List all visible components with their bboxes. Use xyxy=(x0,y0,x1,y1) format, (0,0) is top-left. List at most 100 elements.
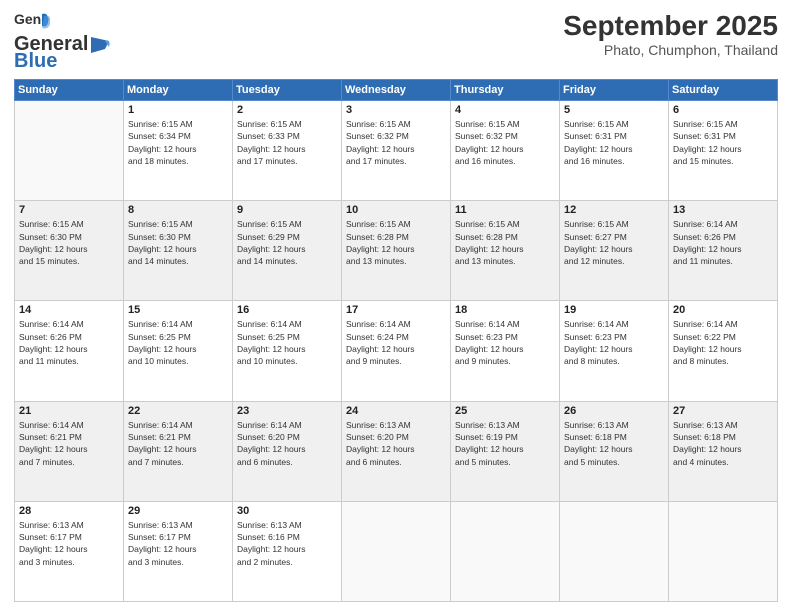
calendar-day-22: 22 Sunrise: 6:14 AMSunset: 6:21 PMDayligh… xyxy=(124,401,233,501)
day-info: Sunrise: 6:14 AMSunset: 6:26 PMDaylight:… xyxy=(19,318,119,367)
day-number: 9 xyxy=(237,204,337,216)
day-info: Sunrise: 6:14 AMSunset: 6:25 PMDaylight:… xyxy=(237,318,337,367)
logo-flag-icon xyxy=(89,37,111,53)
day-number: 24 xyxy=(346,405,446,417)
day-info: Sunrise: 6:15 AMSunset: 6:30 PMDaylight:… xyxy=(128,218,228,267)
day-number: 11 xyxy=(455,204,555,216)
day-info: Sunrise: 6:15 AMSunset: 6:32 PMDaylight:… xyxy=(455,118,555,167)
calendar-day-7: 7 Sunrise: 6:15 AMSunset: 6:30 PMDaylight… xyxy=(15,201,124,301)
header: General General Blue September 2025 Phat… xyxy=(14,10,778,73)
calendar-day-17: 17 Sunrise: 6:14 AMSunset: 6:24 PMDayligh… xyxy=(342,301,451,401)
subtitle: Phato, Chumphon, Thailand xyxy=(563,42,778,58)
calendar-week-row: 21 Sunrise: 6:14 AMSunset: 6:21 PMDayligh… xyxy=(15,401,778,501)
calendar-day-10: 10Sunrise: 6:15 AMSunset: 6:28 PMDayligh… xyxy=(342,201,451,301)
weekday-header-friday: Friday xyxy=(560,80,669,101)
calendar-day-14: 14 Sunrise: 6:14 AMSunset: 6:26 PMDayligh… xyxy=(15,301,124,401)
day-info: Sunrise: 6:15 AMSunset: 6:30 PMDaylight:… xyxy=(19,218,119,267)
day-info: Sunrise: 6:14 AMSunset: 6:24 PMDaylight:… xyxy=(346,318,446,367)
day-number: 5 xyxy=(564,104,664,116)
calendar-day-1: 1 Sunrise: 6:15 AMSunset: 6:34 PMDaylight… xyxy=(124,101,233,201)
calendar-day-23: 23 Sunrise: 6:14 AMSunset: 6:20 PMDayligh… xyxy=(233,401,342,501)
day-number: 20 xyxy=(673,304,773,316)
day-number: 25 xyxy=(455,405,555,417)
day-number: 4 xyxy=(455,104,555,116)
day-number: 14 xyxy=(19,304,119,316)
day-info: Sunrise: 6:15 AMSunset: 6:32 PMDaylight:… xyxy=(346,118,446,167)
calendar-day-empty xyxy=(15,101,124,201)
day-info: Sunrise: 6:15 AMSunset: 6:29 PMDaylight:… xyxy=(237,218,337,267)
day-info: Sunrise: 6:13 AMSunset: 6:17 PMDaylight:… xyxy=(128,519,228,568)
day-number: 30 xyxy=(237,505,337,517)
day-info: Sunrise: 6:15 AMSunset: 6:31 PMDaylight:… xyxy=(673,118,773,167)
day-info: Sunrise: 6:14 AMSunset: 6:23 PMDaylight:… xyxy=(564,318,664,367)
day-number: 17 xyxy=(346,304,446,316)
day-info: Sunrise: 6:13 AMSunset: 6:18 PMDaylight:… xyxy=(673,419,773,468)
day-number: 1 xyxy=(128,104,228,116)
calendar-day-9: 9 Sunrise: 6:15 AMSunset: 6:29 PMDaylight… xyxy=(233,201,342,301)
day-info: Sunrise: 6:14 AMSunset: 6:26 PMDaylight:… xyxy=(673,218,773,267)
day-info: Sunrise: 6:14 AMSunset: 6:21 PMDaylight:… xyxy=(19,419,119,468)
day-number: 26 xyxy=(564,405,664,417)
weekday-header-saturday: Saturday xyxy=(669,80,778,101)
calendar-day-30: 30 Sunrise: 6:13 AMSunset: 6:16 PMDayligh… xyxy=(233,501,342,601)
day-number: 28 xyxy=(19,505,119,517)
day-number: 7 xyxy=(19,204,119,216)
day-number: 22 xyxy=(128,405,228,417)
calendar-day-6: 6 Sunrise: 6:15 AMSunset: 6:31 PMDaylight… xyxy=(669,101,778,201)
day-info: Sunrise: 6:15 AMSunset: 6:27 PMDaylight:… xyxy=(564,218,664,267)
calendar-day-19: 19 Sunrise: 6:14 AMSunset: 6:23 PMDayligh… xyxy=(560,301,669,401)
calendar-day-4: 4 Sunrise: 6:15 AMSunset: 6:32 PMDaylight… xyxy=(451,101,560,201)
day-info: Sunrise: 6:15 AMSunset: 6:34 PMDaylight:… xyxy=(128,118,228,167)
calendar-day-18: 18 Sunrise: 6:14 AMSunset: 6:23 PMDayligh… xyxy=(451,301,560,401)
calendar-day-12: 12 Sunrise: 6:15 AMSunset: 6:27 PMDayligh… xyxy=(560,201,669,301)
day-number: 21 xyxy=(19,405,119,417)
day-info: Sunrise: 6:13 AMSunset: 6:18 PMDaylight:… xyxy=(564,419,664,468)
day-info: Sunrise: 6:15 AMSunset: 6:31 PMDaylight:… xyxy=(564,118,664,167)
day-info: Sunrise: 6:13 AMSunset: 6:19 PMDaylight:… xyxy=(455,419,555,468)
day-info: Sunrise: 6:15 AMSunset: 6:33 PMDaylight:… xyxy=(237,118,337,167)
weekday-header-monday: Monday xyxy=(124,80,233,101)
calendar-day-21: 21 Sunrise: 6:14 AMSunset: 6:21 PMDayligh… xyxy=(15,401,124,501)
day-number: 16 xyxy=(237,304,337,316)
weekday-header-sunday: Sunday xyxy=(15,80,124,101)
day-number: 29 xyxy=(128,505,228,517)
day-info: Sunrise: 6:14 AMSunset: 6:23 PMDaylight:… xyxy=(455,318,555,367)
calendar-day-empty xyxy=(451,501,560,601)
day-number: 18 xyxy=(455,304,555,316)
weekday-header-thursday: Thursday xyxy=(451,80,560,101)
calendar-day-empty xyxy=(342,501,451,601)
day-info: Sunrise: 6:14 AMSunset: 6:20 PMDaylight:… xyxy=(237,419,337,468)
day-info: Sunrise: 6:13 AMSunset: 6:17 PMDaylight:… xyxy=(19,519,119,568)
calendar-day-26: 26 Sunrise: 6:13 AMSunset: 6:18 PMDayligh… xyxy=(560,401,669,501)
calendar-day-5: 5 Sunrise: 6:15 AMSunset: 6:31 PMDaylight… xyxy=(560,101,669,201)
calendar-day-2: 2 Sunrise: 6:15 AMSunset: 6:33 PMDaylight… xyxy=(233,101,342,201)
weekday-header-row: SundayMondayTuesdayWednesdayThursdayFrid… xyxy=(15,80,778,101)
month-title: September 2025 xyxy=(563,10,778,42)
calendar-day-24: 24 Sunrise: 6:13 AMSunset: 6:20 PMDayligh… xyxy=(342,401,451,501)
calendar-day-16: 16 Sunrise: 6:14 AMSunset: 6:25 PMDayligh… xyxy=(233,301,342,401)
calendar-day-15: 15Sunrise: 6:14 AMSunset: 6:25 PMDayligh… xyxy=(124,301,233,401)
calendar-day-8: 8Sunrise: 6:15 AMSunset: 6:30 PMDaylight… xyxy=(124,201,233,301)
day-number: 13 xyxy=(673,204,773,216)
calendar-week-row: 1 Sunrise: 6:15 AMSunset: 6:34 PMDaylight… xyxy=(15,101,778,201)
day-info: Sunrise: 6:14 AMSunset: 6:21 PMDaylight:… xyxy=(128,419,228,468)
day-number: 6 xyxy=(673,104,773,116)
day-info: Sunrise: 6:14 AMSunset: 6:25 PMDaylight:… xyxy=(128,318,228,367)
logo-blue: Blue xyxy=(14,50,57,73)
calendar-day-20: 20Sunrise: 6:14 AMSunset: 6:22 PMDayligh… xyxy=(669,301,778,401)
calendar-day-13: 13 Sunrise: 6:14 AMSunset: 6:26 PMDayligh… xyxy=(669,201,778,301)
calendar-day-3: 3Sunrise: 6:15 AMSunset: 6:32 PMDaylight… xyxy=(342,101,451,201)
day-info: Sunrise: 6:13 AMSunset: 6:16 PMDaylight:… xyxy=(237,519,337,568)
calendar-day-28: 28 Sunrise: 6:13 AMSunset: 6:17 PMDayligh… xyxy=(15,501,124,601)
calendar-day-11: 11Sunrise: 6:15 AMSunset: 6:28 PMDayligh… xyxy=(451,201,560,301)
day-number: 23 xyxy=(237,405,337,417)
day-number: 12 xyxy=(564,204,664,216)
day-number: 19 xyxy=(564,304,664,316)
day-number: 2 xyxy=(237,104,337,116)
calendar-day-29: 29 Sunrise: 6:13 AMSunset: 6:17 PMDayligh… xyxy=(124,501,233,601)
day-number: 10 xyxy=(346,204,446,216)
calendar-week-row: 28 Sunrise: 6:13 AMSunset: 6:17 PMDayligh… xyxy=(15,501,778,601)
day-info: Sunrise: 6:13 AMSunset: 6:20 PMDaylight:… xyxy=(346,419,446,468)
day-number: 27 xyxy=(673,405,773,417)
weekday-header-tuesday: Tuesday xyxy=(233,80,342,101)
